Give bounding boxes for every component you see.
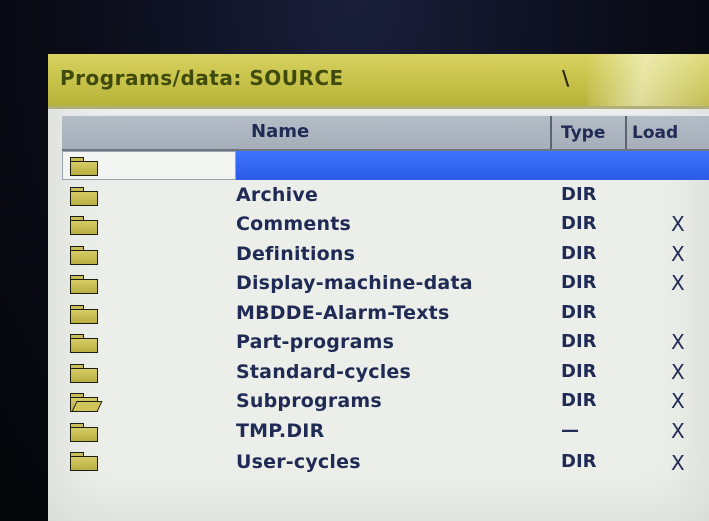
current-path: \ — [562, 66, 570, 90]
list-item-parent[interactable] — [62, 151, 709, 181]
column-divider — [625, 116, 627, 149]
list-item-name: Subprograms — [236, 390, 382, 412]
list-item-load: X — [671, 389, 685, 413]
file-list: Archive DIR Comments DIR X Definitions D… — [62, 151, 709, 476]
list-item-type: DIR — [561, 451, 597, 472]
list-item[interactable]: User-cycles DIR X — [62, 446, 709, 476]
column-header-load[interactable]: Load — [632, 123, 678, 143]
list-item-type: DIR — [561, 390, 597, 411]
list-item-name: MBDDE-Alarm-Texts — [236, 301, 450, 324]
folder-icon — [70, 452, 98, 471]
screen-glare — [588, 54, 709, 106]
list-item[interactable]: Comments DIR X — [62, 210, 709, 240]
list-item[interactable]: Subprograms DIR X — [62, 387, 709, 417]
list-item-load: X — [671, 212, 685, 236]
column-header-row: Name Type Load — [62, 114, 709, 151]
list-item-type: DIR — [561, 301, 597, 323]
list-item[interactable]: TMP.DIR — X — [62, 417, 709, 447]
folder-icon — [70, 216, 98, 235]
column-divider — [550, 116, 552, 149]
list-item-name: Definitions — [236, 242, 356, 265]
list-item-type: DIR — [561, 183, 597, 205]
list-item-type: DIR — [561, 331, 597, 352]
list-item-name: Part-programs — [236, 331, 395, 353]
list-item[interactable]: MBDDE-Alarm-Texts DIR — [62, 299, 709, 329]
column-header-type[interactable]: Type — [561, 123, 605, 143]
folder-icon — [70, 275, 98, 294]
list-item-name: User-cycles — [236, 451, 361, 473]
list-item-type: DIR — [561, 272, 597, 293]
list-item-load: X — [671, 241, 685, 266]
list-item-name: Standard-cycles — [236, 360, 412, 383]
list-item-type: DIR — [561, 360, 597, 382]
list-item-load: X — [671, 330, 685, 354]
list-item-load: X — [671, 271, 685, 295]
list-item-type: DIR — [561, 213, 597, 234]
title-bar: Programs/data: SOURCE \ — [48, 54, 709, 109]
list-item-name: Comments — [236, 213, 351, 235]
folder-icon — [70, 363, 98, 383]
folder-icon — [70, 245, 98, 265]
folder-icon — [70, 186, 98, 206]
list-item-name: Display-machine-data — [236, 272, 473, 294]
list-item-load: X — [671, 359, 685, 384]
folder-up-icon — [70, 157, 98, 176]
list-item-load: X — [671, 451, 685, 475]
list-item[interactable]: Part-programs DIR X — [62, 328, 709, 358]
folder-icon — [70, 422, 98, 442]
list-item-name: TMP.DIR — [236, 419, 325, 442]
list-item[interactable]: Display-machine-data DIR X — [62, 269, 709, 299]
file-browser-window: Programs/data: SOURCE \ Name Type Load A… — [48, 54, 709, 521]
folder-icon — [70, 334, 98, 353]
column-header-name[interactable]: Name — [251, 121, 309, 142]
list-item-type: DIR — [561, 242, 597, 264]
list-item-load: X — [671, 418, 685, 443]
folder-open-icon — [70, 393, 103, 412]
folder-icon — [70, 304, 98, 324]
list-item-type: — — [561, 419, 579, 441]
window-title: Programs/data: SOURCE — [60, 66, 344, 90]
list-item[interactable]: Definitions DIR X — [62, 240, 709, 270]
list-item-name: Archive — [236, 183, 319, 206]
selection-highlight — [236, 151, 709, 180]
list-item[interactable]: Standard-cycles DIR X — [62, 358, 709, 388]
list-item[interactable]: Archive DIR — [62, 181, 709, 211]
